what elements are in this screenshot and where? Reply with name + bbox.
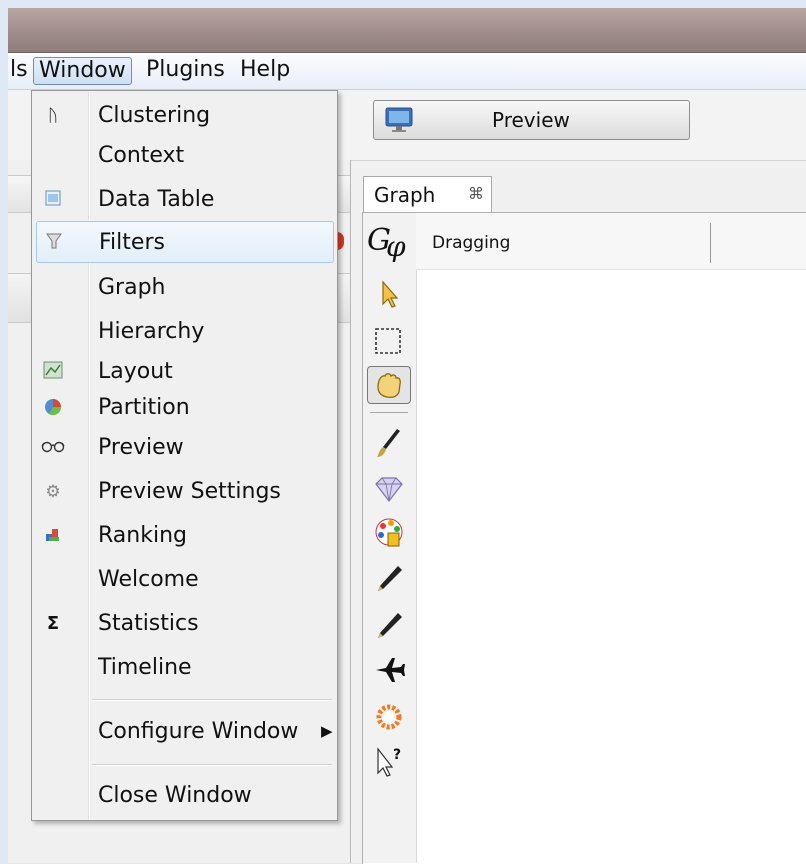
menu-tools[interactable]: ls [6, 57, 32, 83]
menu-item-timeline[interactable]: Timeline [33, 649, 336, 687]
pointer-icon[interactable] [366, 276, 412, 312]
menu-bar: ls Window Plugins Help [8, 53, 806, 90]
menu-item-label: Context [98, 143, 185, 168]
menu-item-label: Statistics [98, 611, 199, 636]
pencil-edge-icon[interactable] [366, 608, 412, 644]
airplane-icon[interactable] [366, 652, 412, 688]
tab-graph-label: Graph [374, 183, 436, 207]
glasses-icon [41, 437, 65, 459]
divider [710, 223, 711, 263]
svg-text:φ: φ [386, 230, 406, 263]
menu-item-label: Clustering [98, 103, 211, 128]
menu-item-welcome[interactable]: Welcome [33, 561, 336, 599]
menu-item-label: Ranking [98, 523, 187, 548]
menu-item-configure-window[interactable]: Configure Window ▶ [33, 713, 336, 751]
menu-item-label: Configure Window [98, 719, 299, 744]
pencil-icon[interactable] [366, 561, 412, 597]
menu-item-label: Close Window [98, 783, 252, 808]
menu-item-label: Graph [98, 275, 166, 300]
hand-drag-icon[interactable] [366, 367, 412, 403]
spinner-icon[interactable] [366, 699, 412, 735]
menu-item-label: Data Table [98, 187, 215, 212]
status-label: Dragging [432, 233, 511, 253]
menu-item-label: Preview [98, 435, 184, 460]
preview-button-label: Preview [492, 108, 570, 132]
paintbrush-icon[interactable] [366, 425, 412, 461]
menu-item-label: Hierarchy [98, 319, 205, 344]
menu-separator [92, 764, 332, 766]
close-icon[interactable]: ⌘ [468, 184, 484, 203]
menu-item-label: Welcome [98, 567, 199, 592]
help-cursor-icon[interactable]: ? [366, 744, 412, 780]
data-table-icon [41, 189, 65, 211]
menu-plugins[interactable]: Plugins [142, 57, 229, 83]
layout-icon [41, 361, 65, 383]
submenu-arrow-icon: ▶ [321, 722, 333, 740]
menu-item-layout[interactable]: Layout [33, 353, 336, 391]
menu-item-filters[interactable]: Filters [36, 221, 334, 263]
tab-graph[interactable]: Graph ⌘ [363, 176, 492, 213]
menu-item-context[interactable]: Context [33, 137, 336, 175]
menu-item-graph[interactable]: Graph [33, 269, 336, 307]
toolbar-separator [370, 412, 408, 413]
menu-item-preview[interactable]: Preview [33, 429, 336, 467]
menu-item-data-table[interactable]: Data Table [33, 181, 336, 219]
clustering-icon: ᚢ [47, 106, 59, 126]
sigma-icon: Σ [46, 613, 60, 634]
menu-item-ranking[interactable]: Ranking [33, 517, 336, 555]
color-palette-icon[interactable] [366, 515, 412, 551]
menu-separator [92, 699, 332, 701]
menu-item-label: Timeline [98, 655, 192, 680]
rectangle-select-icon[interactable] [366, 322, 412, 358]
filter-funnel-icon [42, 232, 66, 254]
menu-item-statistics[interactable]: Σ Statistics [33, 605, 336, 643]
menu-item-label: Preview Settings [98, 479, 281, 504]
ranking-icon [41, 525, 65, 547]
gephi-logo-icon: G φ [367, 223, 406, 263]
menu-item-close-window[interactable]: Close Window [33, 777, 336, 815]
graph-canvas[interactable] [362, 212, 806, 864]
menu-item-label: Filters [99, 230, 165, 255]
window-titlebar[interactable] [8, 8, 806, 53]
menu-item-label: Layout [98, 359, 173, 384]
gear-icon: ⚙ [45, 482, 61, 502]
diamond-icon[interactable] [366, 471, 412, 507]
monitor-icon [385, 107, 413, 132]
svg-text:?: ? [393, 747, 401, 763]
menu-item-hierarchy[interactable]: Hierarchy [33, 313, 336, 351]
graph-status-bar: Dragging [416, 213, 806, 270]
menu-help[interactable]: Help [236, 57, 294, 83]
menu-item-clustering[interactable]: ᚢ Clustering [33, 97, 336, 135]
menu-item-partition[interactable]: Partition [33, 389, 336, 427]
menu-item-label: Partition [98, 395, 190, 420]
menu-window[interactable]: Window [33, 57, 132, 85]
menu-item-preview-settings[interactable]: ⚙ Preview Settings [33, 473, 336, 511]
preview-button[interactable]: Preview [373, 100, 690, 140]
partition-pie-icon [41, 397, 65, 419]
